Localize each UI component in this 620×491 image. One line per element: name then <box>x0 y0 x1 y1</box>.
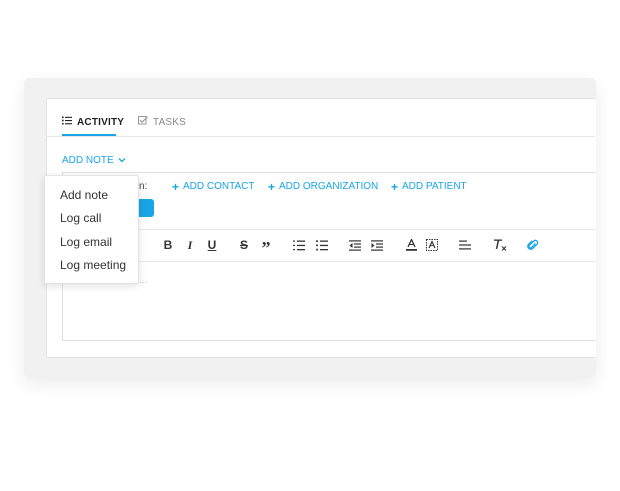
add-contact-label: ADD CONTACT <box>183 181 255 192</box>
add-organization-label: ADD ORGANIZATION <box>279 181 379 192</box>
plus-icon: + <box>391 179 399 194</box>
outdent-icon <box>349 239 361 251</box>
menu-item-log-email[interactable]: Log email <box>60 235 112 249</box>
clear-format-button[interactable] <box>493 237 507 253</box>
indent-button[interactable] <box>371 237 383 253</box>
tab-tasks[interactable]: TASKS <box>138 116 186 128</box>
editor-body-placeholder[interactable]: ... <box>139 275 147 286</box>
toolbar-bottom-border <box>63 261 595 262</box>
menu-item-log-meeting[interactable]: Log meeting <box>60 258 126 272</box>
align-button[interactable] <box>459 237 471 253</box>
add-note-dropdown-menu: Add note Log call Log email Log meeting <box>44 175 139 284</box>
strikethrough-icon: S <box>239 238 248 252</box>
font-color-icon <box>405 239 417 251</box>
bold-icon: B <box>163 238 173 252</box>
chevron-down-icon <box>118 155 126 166</box>
bold-button[interactable]: B <box>162 237 174 253</box>
attach-button[interactable] <box>527 237 539 253</box>
menu-item-log-call[interactable]: Log call <box>60 211 101 225</box>
ordered-list-icon <box>293 240 305 251</box>
quote-icon: ” <box>261 237 271 258</box>
tabs-divider <box>47 136 595 137</box>
add-note-dropdown-toggle[interactable]: ADD NOTE <box>62 155 126 166</box>
italic-button[interactable]: I <box>184 237 196 253</box>
highlight-button[interactable] <box>426 237 438 253</box>
add-patient-label: ADD PATIENT <box>402 181 467 192</box>
underline-icon: U <box>207 238 217 252</box>
tab-activity-label: ACTIVITY <box>77 116 125 128</box>
bullet-list-button[interactable] <box>316 237 328 253</box>
add-contact-link[interactable]: + ADD CONTACT <box>172 179 255 194</box>
toolbar-top-border <box>63 229 595 230</box>
indent-icon <box>371 239 383 251</box>
font-color-button[interactable] <box>405 237 417 253</box>
plus-icon: + <box>172 179 180 194</box>
paperclip-icon <box>527 239 539 251</box>
bullet-list-icon <box>316 239 328 251</box>
highlight-icon <box>426 239 438 251</box>
add-note-label: ADD NOTE <box>62 155 114 166</box>
outdent-button[interactable] <box>349 237 361 253</box>
tab-activity[interactable]: ACTIVITY <box>62 116 124 128</box>
italic-icon: I <box>187 237 193 252</box>
add-patient-link[interactable]: + ADD PATIENT <box>391 179 467 194</box>
list-icon <box>62 116 72 128</box>
blockquote-button[interactable]: ” <box>260 237 272 258</box>
add-organization-link[interactable]: + ADD ORGANIZATION <box>268 179 379 194</box>
tab-tasks-label: TASKS <box>153 116 187 128</box>
note-editor <box>62 172 595 341</box>
plus-icon: + <box>268 179 276 194</box>
strikethrough-button[interactable]: S <box>238 237 250 253</box>
checkbox-icon <box>138 116 148 128</box>
ordered-list-button[interactable] <box>293 237 305 253</box>
clear-format-icon <box>493 239 507 251</box>
align-left-icon <box>459 240 471 250</box>
menu-item-add-note[interactable]: Add note <box>60 188 108 202</box>
associate-label: n: <box>139 181 148 192</box>
underline-button[interactable]: U <box>206 237 218 253</box>
